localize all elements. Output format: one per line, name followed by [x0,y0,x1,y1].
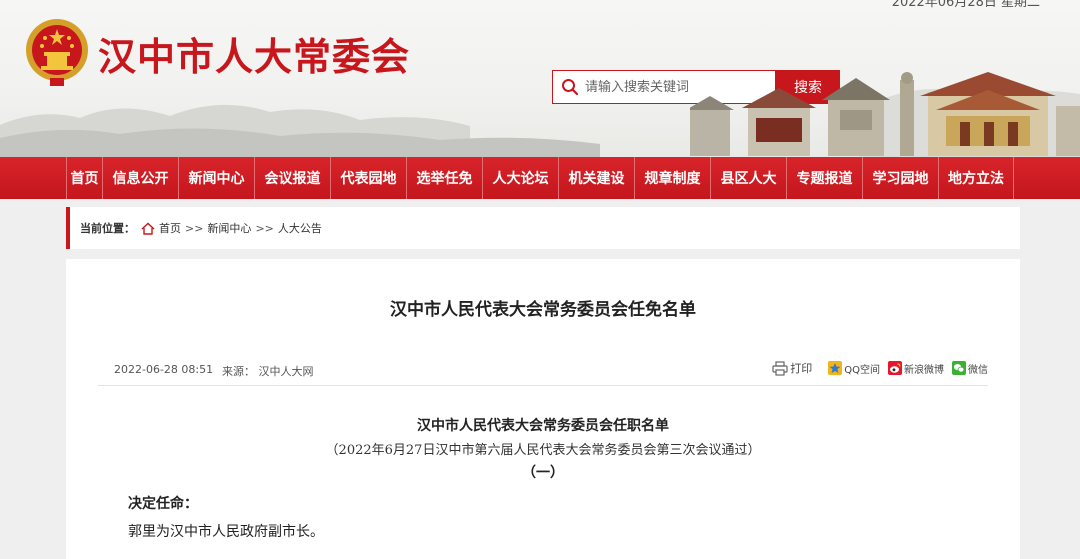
share-qzone-button[interactable]: QQ空间 [828,361,880,376]
share-qzone-label: QQ空间 [844,364,880,376]
site-header: 汉中市人大常委会 2022年06月28日 星期二 搜索 [0,0,1080,157]
nav-item-regulations[interactable]: 规章制度 [634,157,710,199]
nav-item-news-center[interactable]: 新闻中心 [178,157,254,199]
nav-item-meeting-reports[interactable]: 会议报道 [254,157,330,199]
article-container: 汉中市人民代表大会常务委员会任免名单 2022-06-28 08:51 来源： … [66,259,1020,559]
breadcrumb-home[interactable]: 首页 [159,220,181,236]
article-meta: 2022-06-28 08:51 来源： 汉中人大网 打印 QQ空间 新浪微博 … [98,355,988,386]
article-source: 来源： 汉中人大网 [222,365,314,378]
breadcrumb-label: 当前位置： [80,222,135,235]
share-wechat-label: 微信 [968,364,988,376]
main-navigation: 首页 信息公开 新闻中心 会议报道 代表园地 选举任免 人大论坛 机关建设 规章… [0,157,1080,199]
appointment-paragraph: 郭里为汉中市人民政府副市长。 [128,524,324,540]
decision-heading: 决定任命： [128,496,198,512]
article-title: 汉中市人民代表大会常务委员会任免名单 [390,300,696,320]
article-date: 2022-06-28 08:51 [114,363,214,376]
nav-item-elections-appointments[interactable]: 选举任免 [406,157,482,199]
nav-item-county-congress[interactable]: 县区人大 [710,157,786,199]
share-wechat-button[interactable]: 微信 [952,361,988,376]
print-icon [772,360,788,376]
home-icon [141,222,155,235]
print-button[interactable]: 打印 [772,360,812,376]
document-part-number: （一） [522,465,564,481]
breadcrumb-separator: >> [185,221,204,235]
share-weibo-button[interactable]: 新浪微博 [888,361,944,376]
breadcrumb: 当前位置： 首页 >> 新闻中心 >> 人大公告 [66,207,1020,249]
nav-item-local-legislation[interactable]: 地方立法 [938,157,1014,199]
site-title[interactable]: 汉中市人大常委会 [98,26,410,81]
qzone-icon [828,361,843,375]
top-date: 2022年06月28日 星期二 [891,0,1040,10]
weibo-icon [888,361,902,375]
search-icon [562,79,579,96]
document-subtitle: （2022年6月27日汉中市第六届人民代表大会常务委员会第三次会议通过） [325,443,761,458]
nav-item-study[interactable]: 学习园地 [862,157,938,199]
print-label: 打印 [790,362,813,375]
share-weibo-label: 新浪微博 [904,364,944,376]
wechat-icon [952,361,966,375]
nav-item-special-reports[interactable]: 专题报道 [786,157,862,199]
ancient-architecture-illustration [690,72,1080,156]
nav-item-organ-building[interactable]: 机关建设 [558,157,634,199]
nav-item-home[interactable]: 首页 [66,157,102,199]
breadcrumb-announcements[interactable]: 人大公告 [278,220,322,236]
breadcrumb-separator: >> [255,221,274,235]
national-emblem-icon [26,19,88,86]
nav-item-info-disclosure[interactable]: 信息公开 [102,157,178,199]
share-toolbar: 打印 QQ空间 新浪微博 微信 [764,360,988,376]
nav-item-forum[interactable]: 人大论坛 [482,157,558,199]
nav-item-representatives[interactable]: 代表园地 [330,157,406,199]
breadcrumb-news-center[interactable]: 新闻中心 [207,220,251,236]
document-title: 汉中市人民代表大会常务委员会任职名单 [417,418,669,434]
